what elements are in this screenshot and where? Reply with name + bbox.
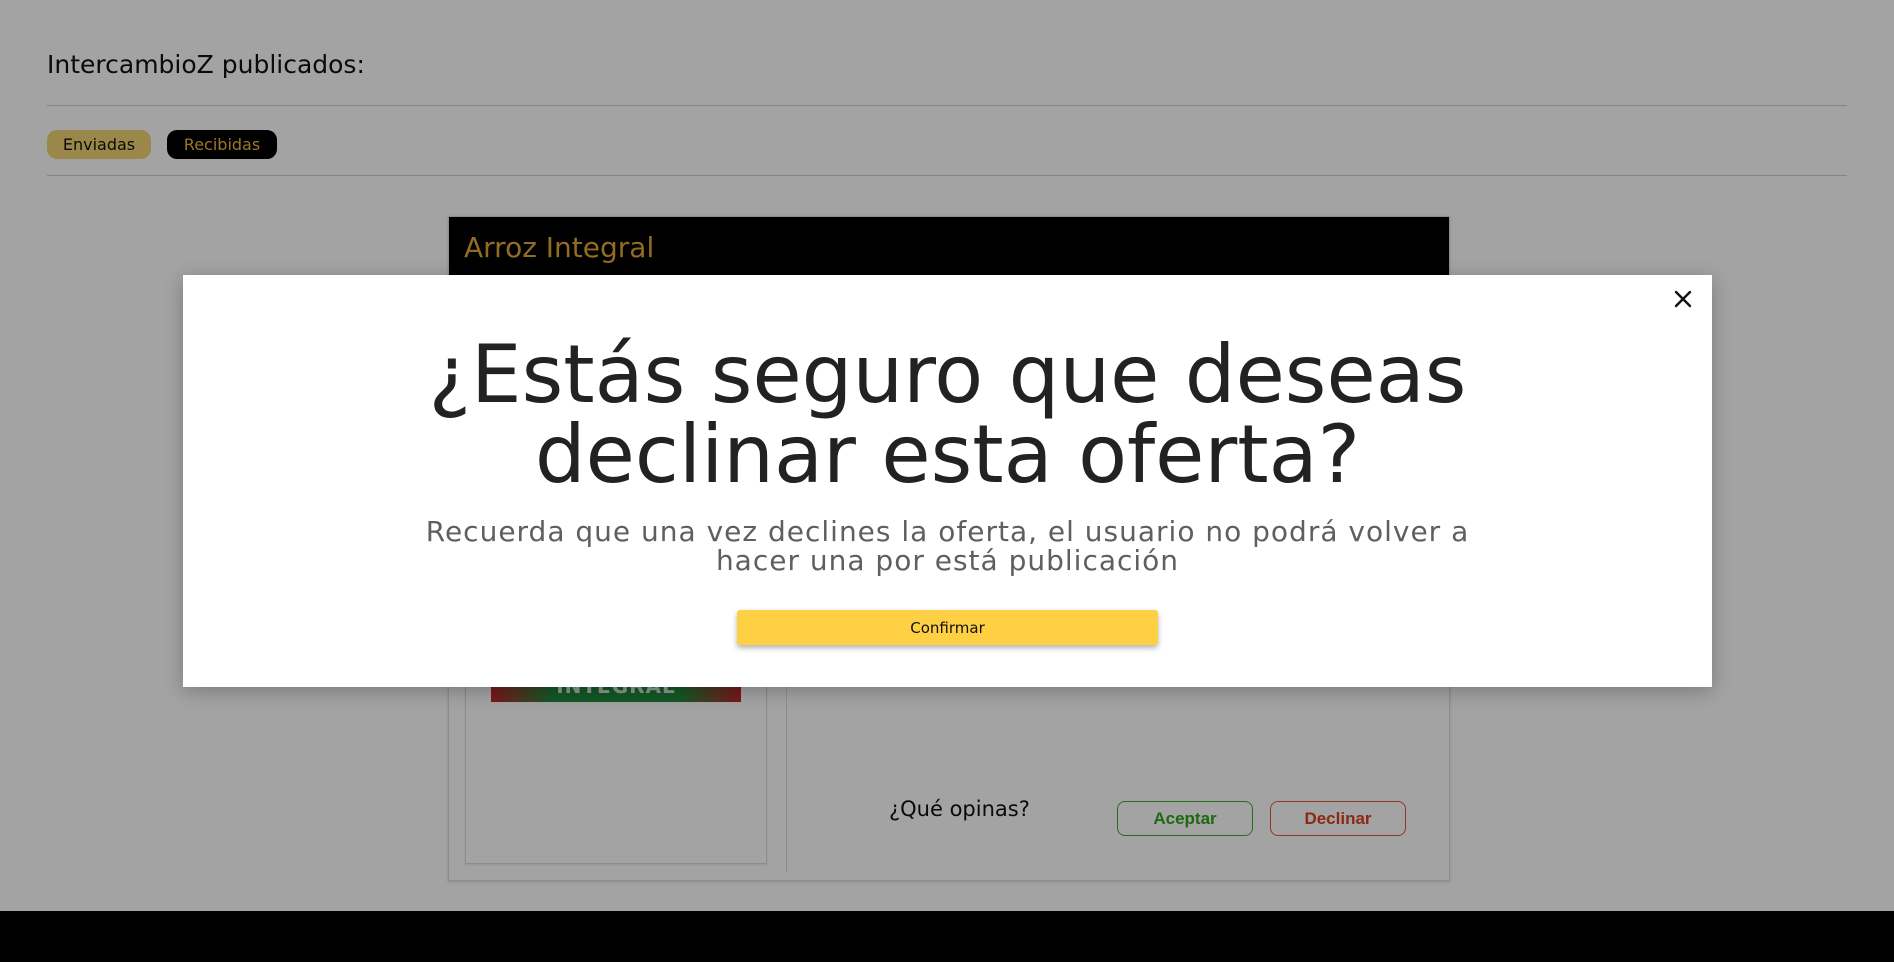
dialog-title: ¿Estás seguro que deseas declinar esta o… (428, 328, 1467, 501)
dialog-message: Recuerda que una vez declines la oferta,… (425, 515, 1470, 577)
confirm-decline-dialog: ¿Estás seguro que deseas declinar esta o… (183, 275, 1712, 687)
close-icon[interactable] (1671, 287, 1695, 311)
confirm-button[interactable]: Confirmar (737, 610, 1158, 645)
